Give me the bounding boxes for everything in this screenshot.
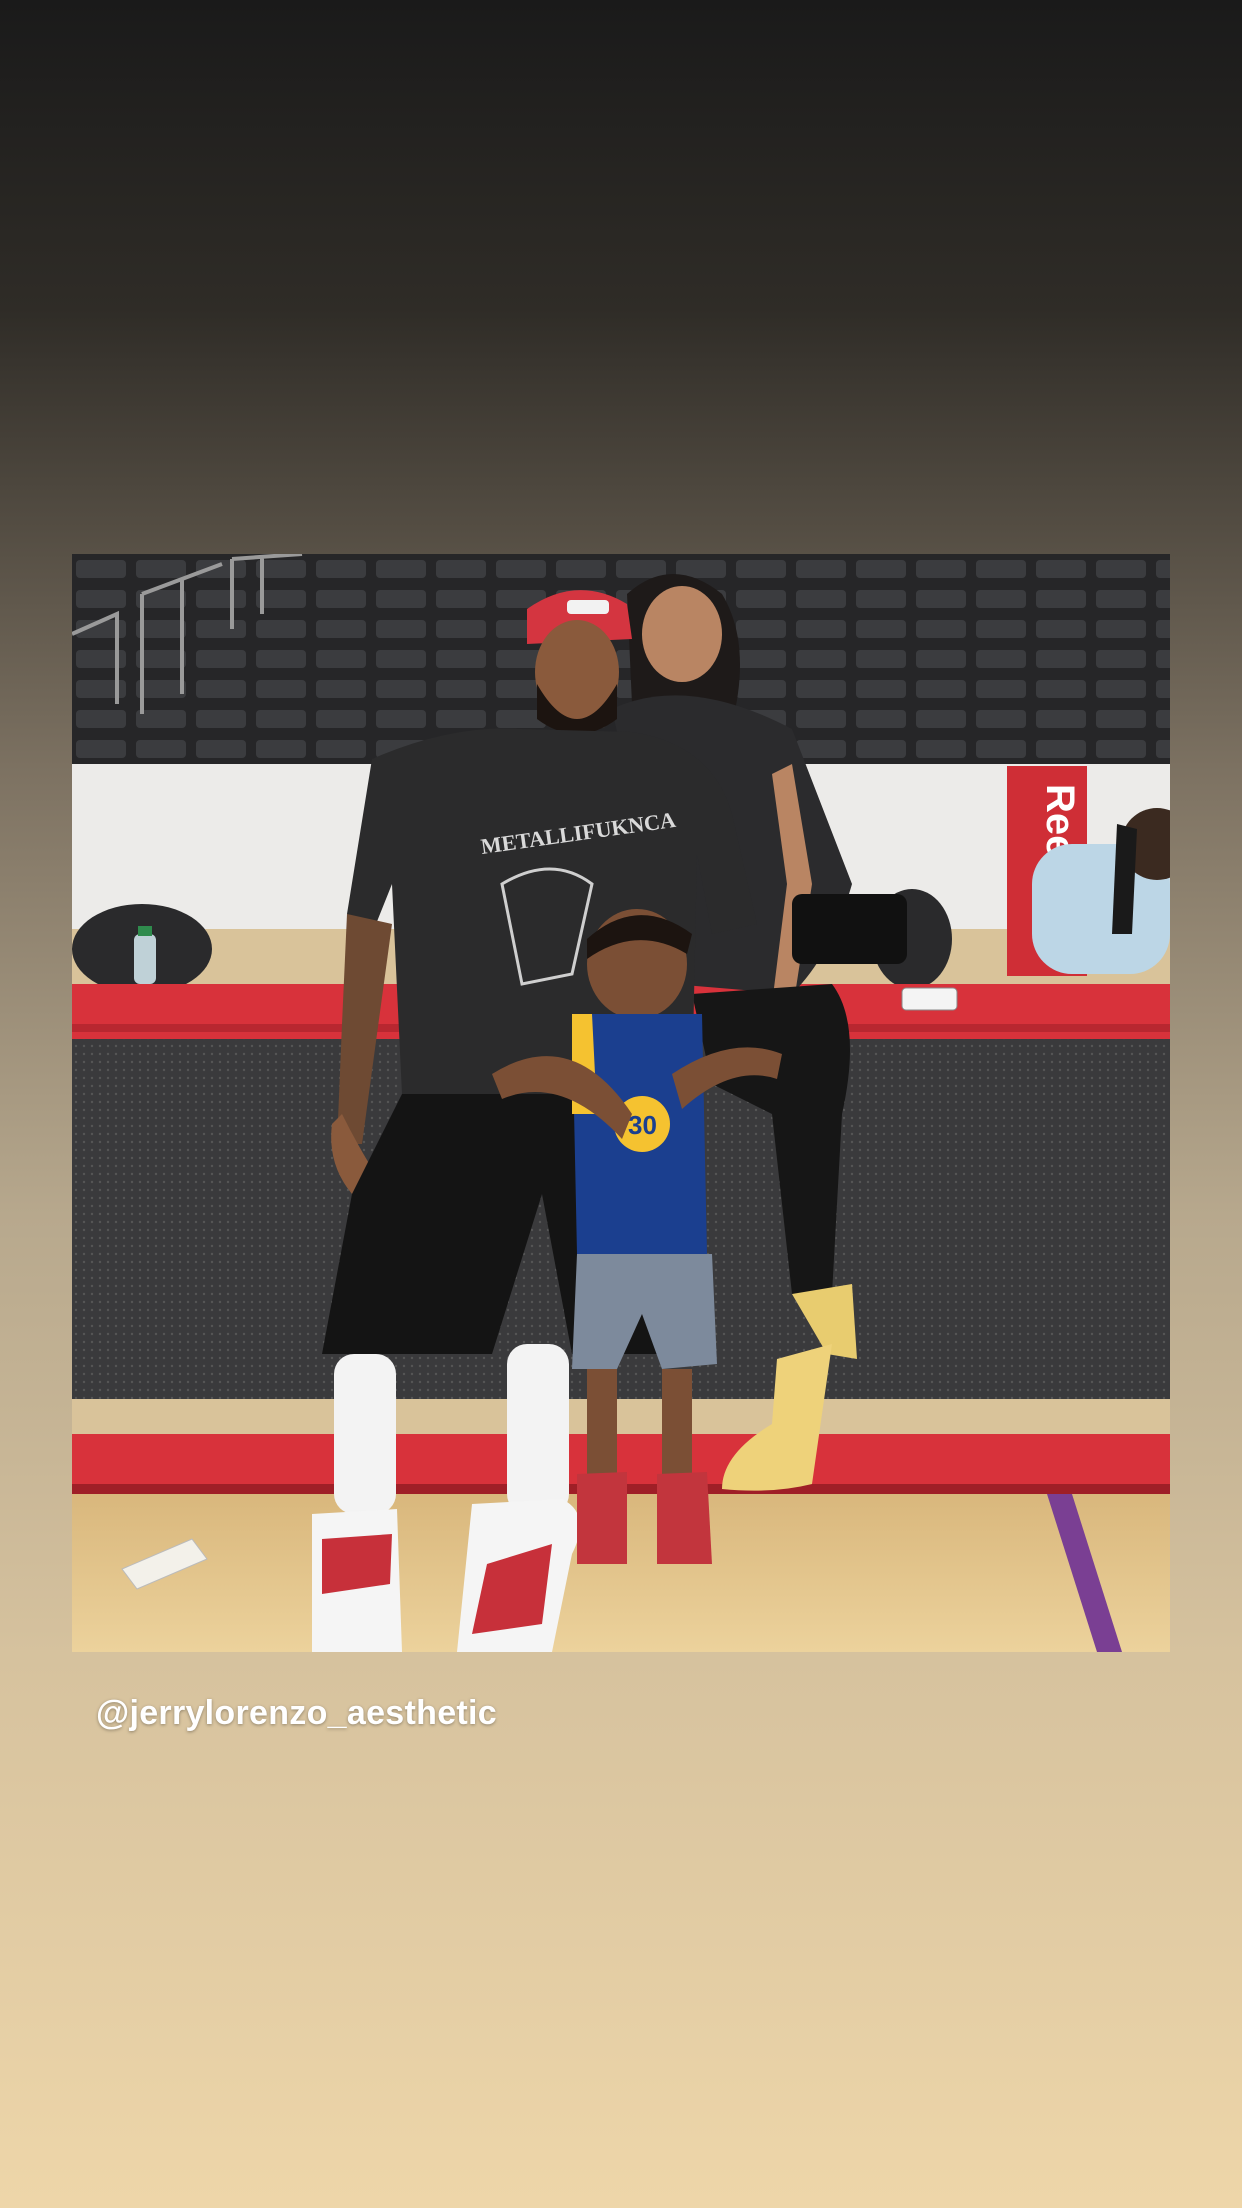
story-photo[interactable]: Reebok — [72, 554, 1170, 1652]
jersey-number: 30 — [628, 1110, 657, 1140]
story-view: Reebok — [0, 0, 1242, 2208]
courtside-photo-illustration: Reebok — [72, 554, 1170, 1652]
user-mention-sticker[interactable]: @jerrylorenzo_aesthetic — [96, 1694, 497, 1733]
